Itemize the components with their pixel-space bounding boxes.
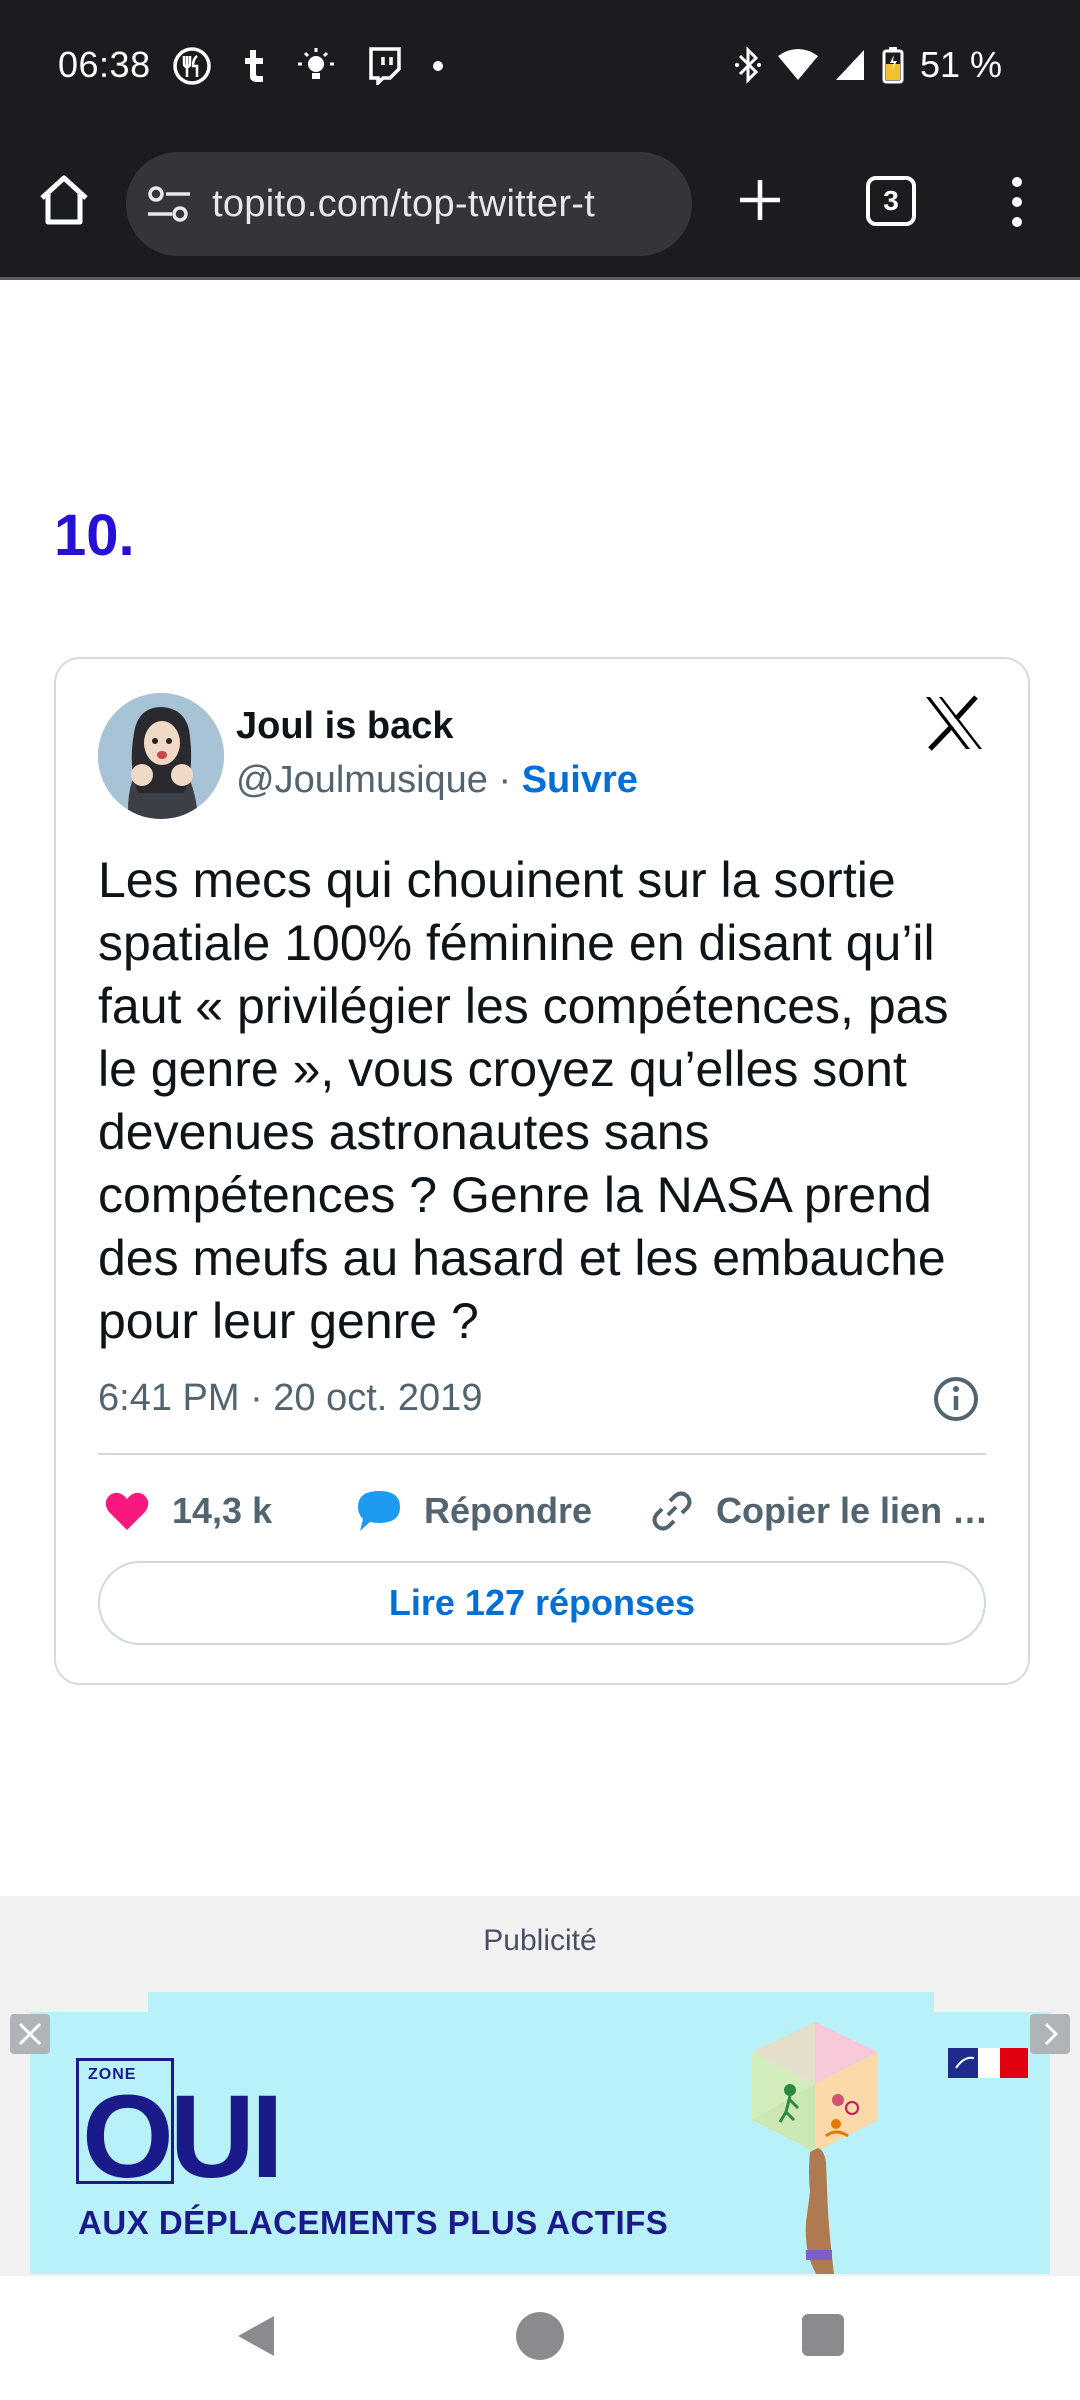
tweet-date[interactable]: 6:41 PM · 20 oct. 2019	[98, 1377, 482, 1420]
status-time: 06:38	[58, 44, 151, 85]
activity-cube-icon	[752, 2022, 878, 2274]
x-logo-icon[interactable]	[924, 695, 984, 751]
separator: ·	[487, 759, 522, 801]
ad-close-button[interactable]	[10, 2014, 50, 2054]
home-button[interactable]	[516, 2312, 564, 2360]
ad-banner[interactable]: ZONE OUI AUX DÉPLACEMENTS PLUS ACTIFS	[30, 2012, 1050, 2274]
french-flag-icon	[948, 2048, 1028, 2078]
reply-label: Répondre	[424, 1490, 593, 1531]
recent-apps-button[interactable]	[802, 2314, 844, 2356]
url-text[interactable]: topito.com/top-twitter-t	[212, 183, 595, 226]
lightbulb-icon	[298, 48, 334, 79]
wifi-icon	[777, 49, 818, 80]
back-icon[interactable]	[234, 2312, 278, 2360]
reply-button[interactable]: Répondre	[356, 1481, 592, 1541]
heart-icon	[105, 1492, 149, 1530]
copy-link-label: Copier le lien …	[716, 1490, 989, 1531]
browser-toolbar: topito.com/top-twitter-t 3	[0, 130, 1080, 280]
twitch-icon	[369, 47, 401, 85]
home-icon[interactable]	[36, 172, 92, 228]
speech-bubble-icon	[358, 1491, 400, 1531]
ad-info-button[interactable]	[1030, 2014, 1070, 2054]
follow-link[interactable]: Suivre	[522, 759, 638, 801]
read-replies-button[interactable]: Lire 127 réponses	[98, 1561, 986, 1645]
tweet-author-name[interactable]: Joul is back	[236, 705, 454, 748]
site-settings-icon[interactable]	[146, 184, 192, 224]
system-navigation-bar	[0, 2276, 1080, 2400]
bluetooth-icon	[734, 46, 761, 84]
battery-icon	[882, 47, 904, 84]
close-icon	[18, 2022, 42, 2046]
ad-headline: OUI	[82, 2071, 284, 2203]
signal-icon	[835, 50, 864, 80]
notification-icons	[172, 46, 444, 86]
tweet-actions: 14,3 k Répondre Copier le lien …	[98, 1481, 988, 1541]
tweet-text: Les mecs qui chouinent sur la sortie spa…	[98, 852, 949, 1349]
chevron-right-icon	[1044, 2022, 1059, 2046]
ad-tagline: AUX DÉPLACEMENTS PLUS ACTIFS	[78, 2204, 669, 2241]
info-icon[interactable]	[932, 1375, 980, 1423]
battery-percentage: 51 %	[919, 44, 1002, 85]
like-count: 14,3 k	[172, 1490, 273, 1531]
fork-knife-icon	[173, 47, 211, 85]
avatar[interactable]	[98, 693, 224, 819]
address-bar[interactable]: topito.com/top-twitter-t	[126, 152, 692, 256]
tweet-handle-row: @Joulmusique · Suivre	[236, 759, 638, 802]
ad-section: Publicité ZONE OUI AUX DÉPLACEMENTS PLUS…	[0, 1896, 1080, 2276]
system-icons: 51 %	[734, 44, 1002, 86]
dot-icon	[433, 61, 443, 71]
more-options-icon[interactable]	[1008, 174, 1026, 230]
divider	[98, 1453, 986, 1455]
like-button[interactable]: 14,3 k	[104, 1481, 272, 1541]
tab-switcher-button[interactable]: 3	[866, 176, 916, 226]
tweet-handle[interactable]: @Joulmusique	[236, 759, 488, 801]
list-rank-number: 10.	[54, 503, 135, 568]
tumblr-icon	[245, 50, 263, 82]
embedded-tweet[interactable]: Joul is back @Joulmusique · Suivre Les m…	[54, 657, 1030, 1685]
status-bar: 06:38 51 %	[0, 0, 1080, 130]
copy-link-button[interactable]: Copier le lien …	[650, 1481, 988, 1541]
link-icon	[652, 1491, 692, 1531]
new-tab-icon[interactable]	[736, 176, 784, 224]
ad-label: Publicité	[483, 1924, 597, 1957]
